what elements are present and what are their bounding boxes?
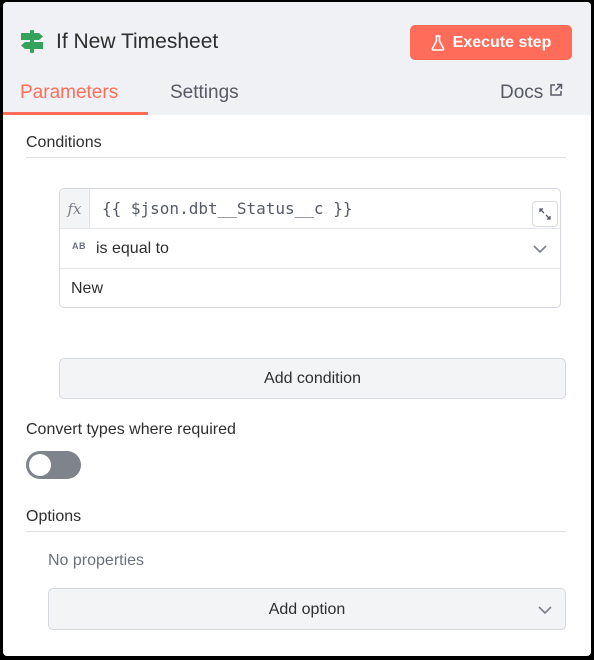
no-properties-text: No properties [48,552,145,569]
toggle-knob [29,454,51,476]
execute-step-label: Execute step [452,33,552,51]
flask-icon [431,34,445,51]
chevron-down-icon [538,606,552,615]
chevron-down-icon [533,245,547,254]
panel-header: If New Timesheet Execute step Parameters… [3,2,591,115]
fx-icon: fx [60,189,90,228]
condition-value: New [71,280,104,297]
tab-parameters[interactable]: Parameters [20,81,118,105]
operator-label: is equal to [96,240,169,257]
node-panel: If New Timesheet Execute step Parameters… [3,2,591,656]
condition-card: fx {{ $json.dbt__Status__c }} AB is equa… [59,188,561,308]
expand-icon [539,208,551,220]
signpost-icon [21,30,43,53]
string-type-icon: AB [72,241,86,251]
options-section-title: Options [26,508,82,525]
expand-expression-button[interactable] [532,201,558,227]
options-divider [26,531,566,532]
convert-types-label: Convert types where required [26,421,236,438]
expression-input[interactable]: {{ $json.dbt__Status__c }} [102,198,352,220]
operator-select[interactable]: AB is equal to [60,229,560,269]
tab-settings[interactable]: Settings [170,81,239,105]
conditions-section-title: Conditions [26,134,102,151]
convert-types-toggle[interactable] [26,451,81,479]
conditions-divider [26,157,566,158]
add-condition-button[interactable]: Add condition [59,358,566,399]
condition-left-value: fx {{ $json.dbt__Status__c }} [60,189,560,229]
docs-link[interactable]: Docs [500,81,563,105]
condition-right-value[interactable]: New [60,269,560,307]
execute-step-button[interactable]: Execute step [410,25,572,60]
add-option-dropdown[interactable]: Add option [48,588,566,630]
add-option-label: Add option [268,601,346,618]
active-tab-indicator [3,112,148,115]
node-title: If New Timesheet [56,30,219,53]
external-link-icon [550,83,563,96]
docs-label: Docs [500,82,544,103]
